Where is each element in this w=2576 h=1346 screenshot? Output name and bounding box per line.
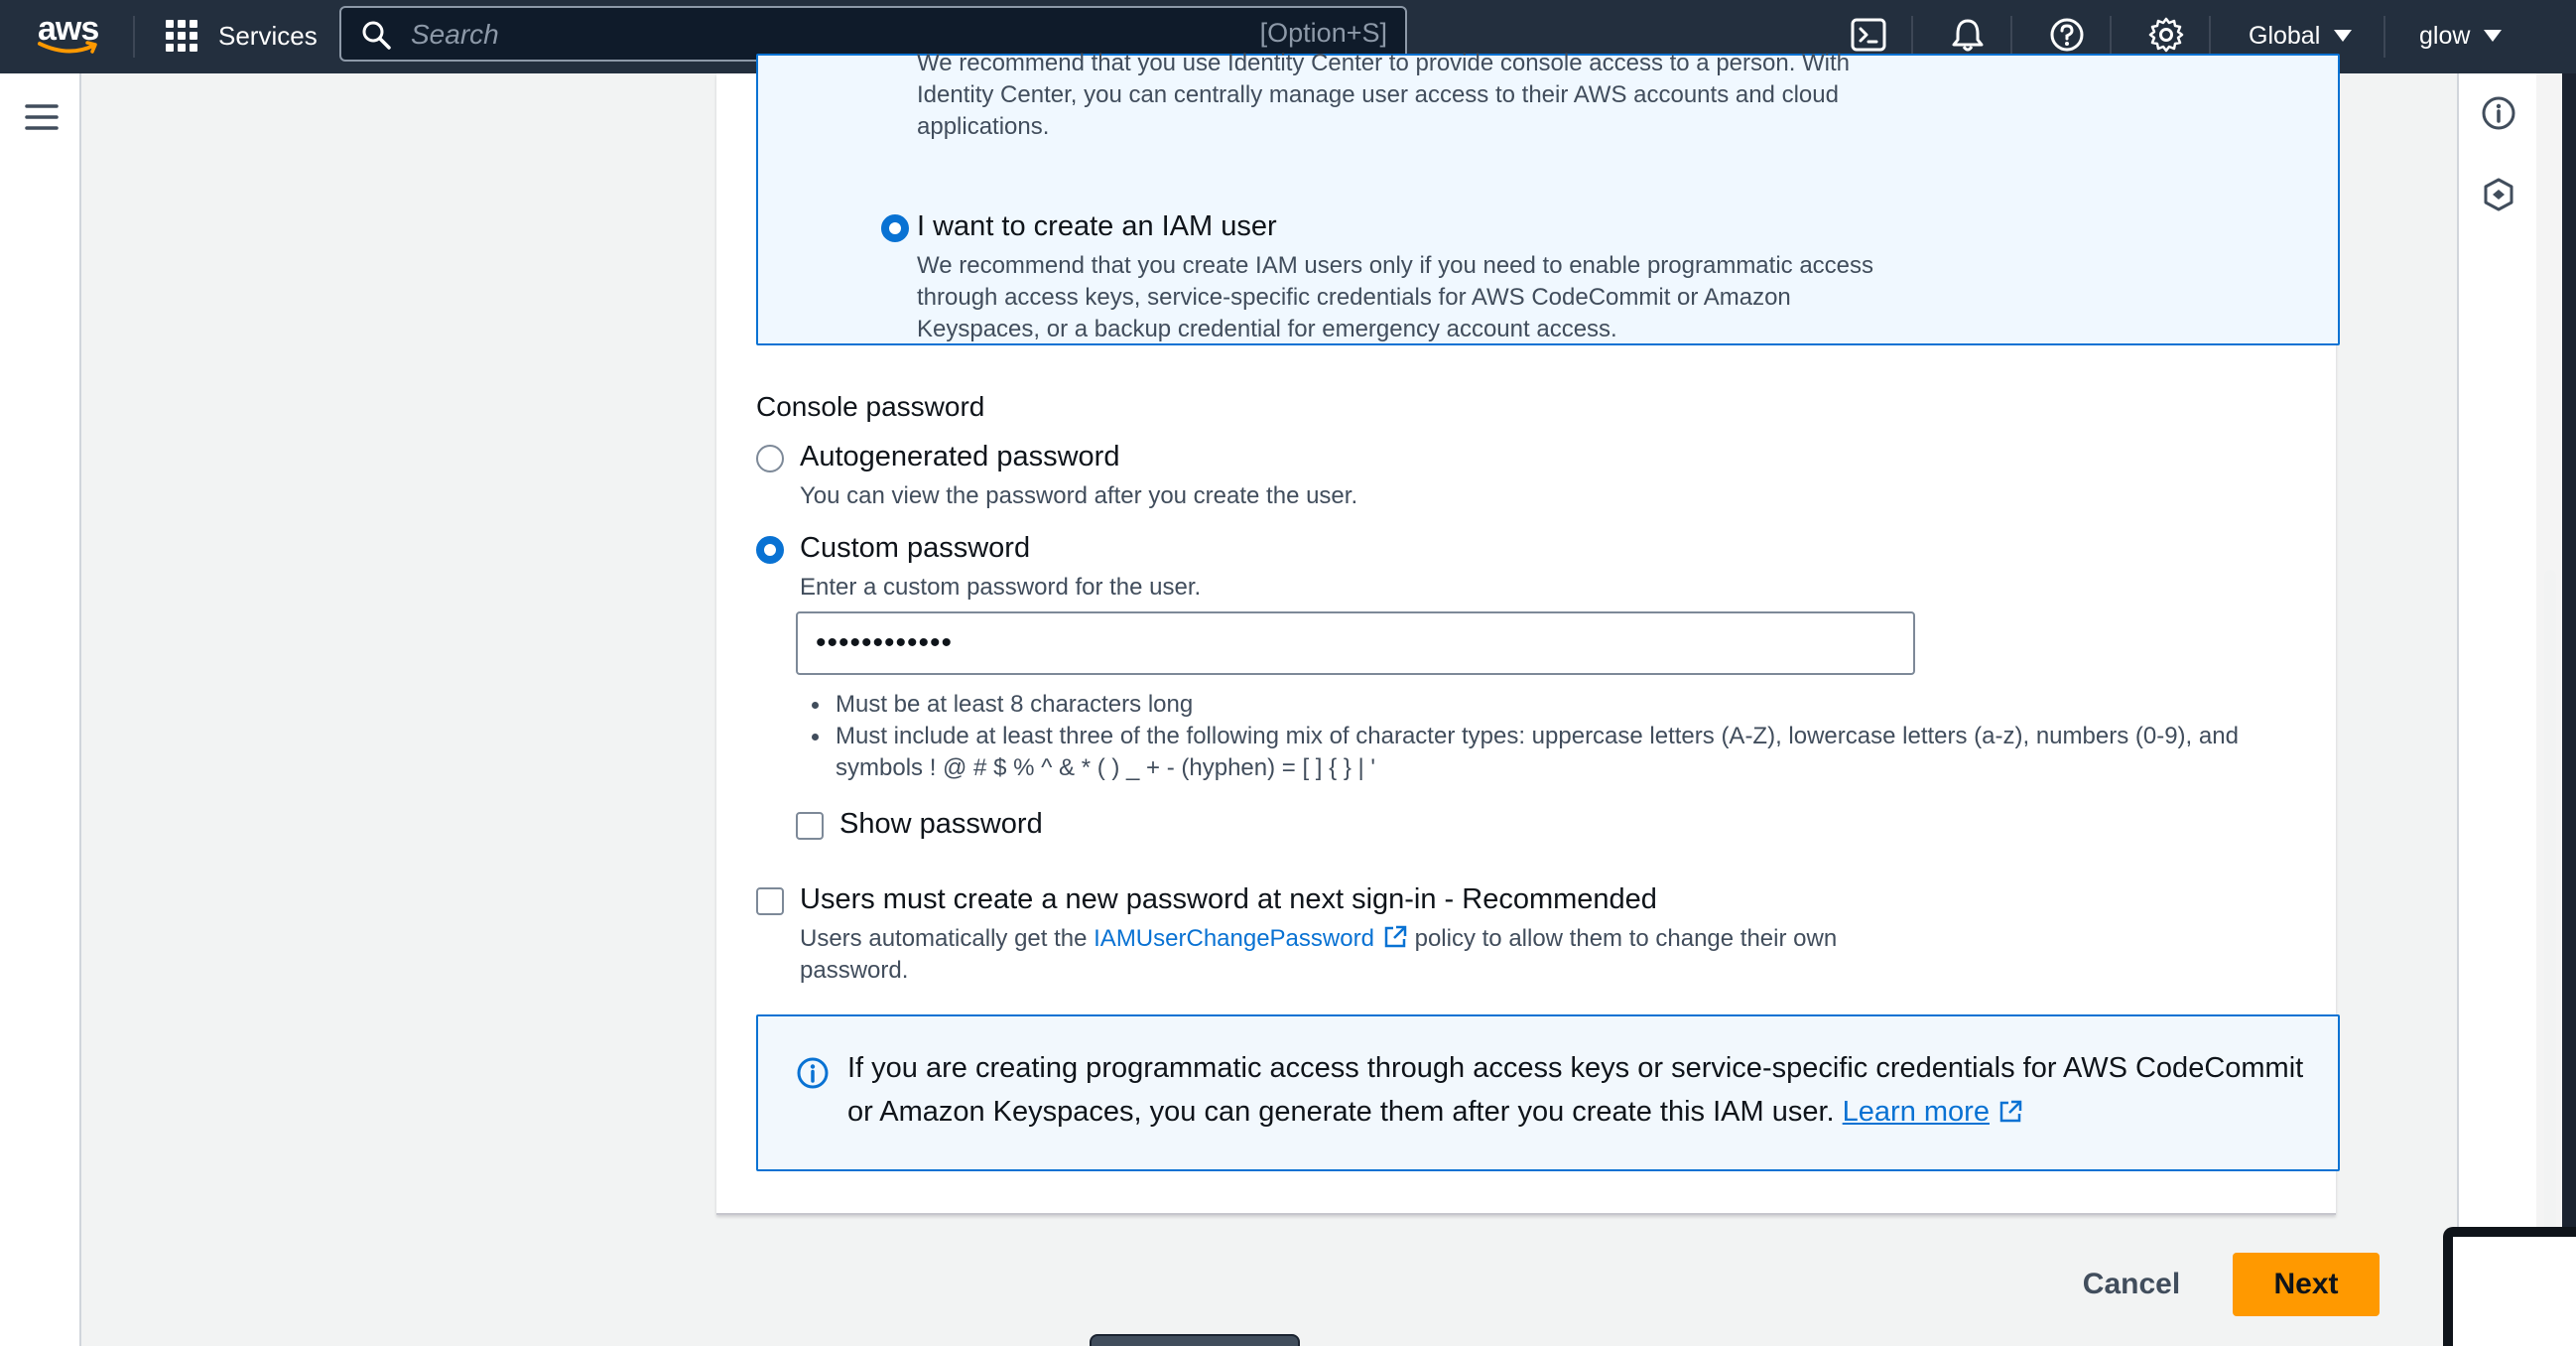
password-requirements: Must be at least 8 characters long Must … — [806, 689, 2314, 784]
learn-more-link[interactable]: Learn more — [1843, 1096, 1990, 1128]
nav-divider — [133, 16, 135, 58]
iam-user-description: We recommend that you create IAM users o… — [917, 252, 1874, 342]
help-icon[interactable] — [2048, 16, 2086, 54]
aws-smile-icon — [38, 41, 97, 54]
bottom-drawer-handle[interactable] — [1090, 1334, 1300, 1346]
radio-custom-password[interactable] — [756, 536, 784, 564]
info-icon — [797, 1057, 829, 1089]
search-icon — [362, 21, 391, 50]
iam-user-label[interactable]: I want to create an IAM user — [917, 210, 1277, 243]
require-reset-label[interactable]: Users must create a new password at next… — [800, 883, 1657, 916]
autogenerated-password-label[interactable]: Autogenerated password — [800, 441, 1119, 473]
require-reset-description: Users automatically get the IAMUserChang… — [800, 923, 1871, 987]
password-rule: Must include at least three of the follo… — [806, 721, 2314, 784]
info-alert-text: If you are creating programmatic access … — [847, 1046, 2316, 1134]
search-shortcut-hint: [Option+S] — [1259, 18, 1387, 48]
radio-autogenerated-password[interactable] — [756, 445, 784, 472]
account-menu[interactable]: glow — [2419, 18, 2503, 54]
autogenerated-password-description: You can view the password after you crea… — [800, 482, 1358, 509]
info-alert-message: If you are creating programmatic access … — [847, 1052, 2304, 1128]
identity-center-description: We recommend that you use Identity Cente… — [917, 50, 1851, 140]
region-selector[interactable]: Global — [2249, 18, 2353, 54]
security-icon[interactable] — [2481, 177, 2516, 212]
info-icon[interactable] — [2481, 95, 2516, 131]
require-reset-checkbox[interactable] — [756, 887, 784, 915]
iam-user-change-password-link[interactable]: IAMUserChangePassword — [1094, 925, 1374, 952]
custom-password-label[interactable]: Custom password — [800, 532, 1030, 565]
services-label: Services — [218, 20, 318, 51]
settings-icon[interactable] — [2147, 16, 2185, 54]
password-rule: Must be at least 8 characters long — [806, 689, 2314, 721]
external-link-icon[interactable] — [1997, 1099, 2023, 1125]
nav-divider — [1911, 16, 1913, 58]
radio-iam-user[interactable] — [881, 214, 909, 242]
show-password-checkbox[interactable] — [796, 812, 824, 840]
show-password-label[interactable]: Show password — [839, 808, 1043, 841]
app-root: aws Services [Option+S] — [0, 0, 2576, 1346]
nav-divider — [2110, 16, 2112, 58]
caret-down-icon — [2334, 30, 2353, 42]
menu-icon[interactable] — [24, 99, 60, 135]
notifications-icon[interactable] — [1949, 16, 1987, 54]
programmatic-access-info-alert: If you are creating programmatic access … — [756, 1014, 2340, 1171]
left-navigation-rail — [0, 73, 81, 1346]
caret-down-icon — [2484, 30, 2503, 42]
custom-password-input[interactable] — [796, 611, 1915, 675]
nav-divider — [2010, 16, 2012, 58]
screenshot-thumbnail[interactable] — [2443, 1227, 2576, 1346]
external-link-icon[interactable] — [1382, 924, 1408, 950]
account-label: glow — [2419, 21, 2471, 50]
services-grid-icon — [166, 20, 197, 52]
require-reset-desc-prefix: Users automatically get the — [800, 925, 1088, 952]
identity-type-options: We recommend that you use Identity Cente… — [756, 50, 2340, 345]
nav-divider — [2383, 16, 2385, 58]
services-menu-button[interactable]: Services — [165, 14, 318, 58]
cancel-button[interactable]: Cancel — [2064, 1253, 2199, 1316]
tools-rail — [2457, 73, 2536, 1346]
next-button[interactable]: Next — [2233, 1253, 2380, 1316]
scrollbar[interactable] — [2536, 73, 2562, 1346]
nav-divider — [2209, 16, 2211, 58]
user-details-card: We recommend that you use Identity Cente… — [716, 50, 2340, 1215]
aws-logo[interactable]: aws — [36, 10, 101, 58]
custom-password-description: Enter a custom password for the user. — [800, 574, 1202, 601]
thumbnail-screen — [2453, 1237, 2576, 1346]
region-label: Global — [2249, 21, 2321, 50]
console-password-label: Console password — [756, 391, 985, 422]
